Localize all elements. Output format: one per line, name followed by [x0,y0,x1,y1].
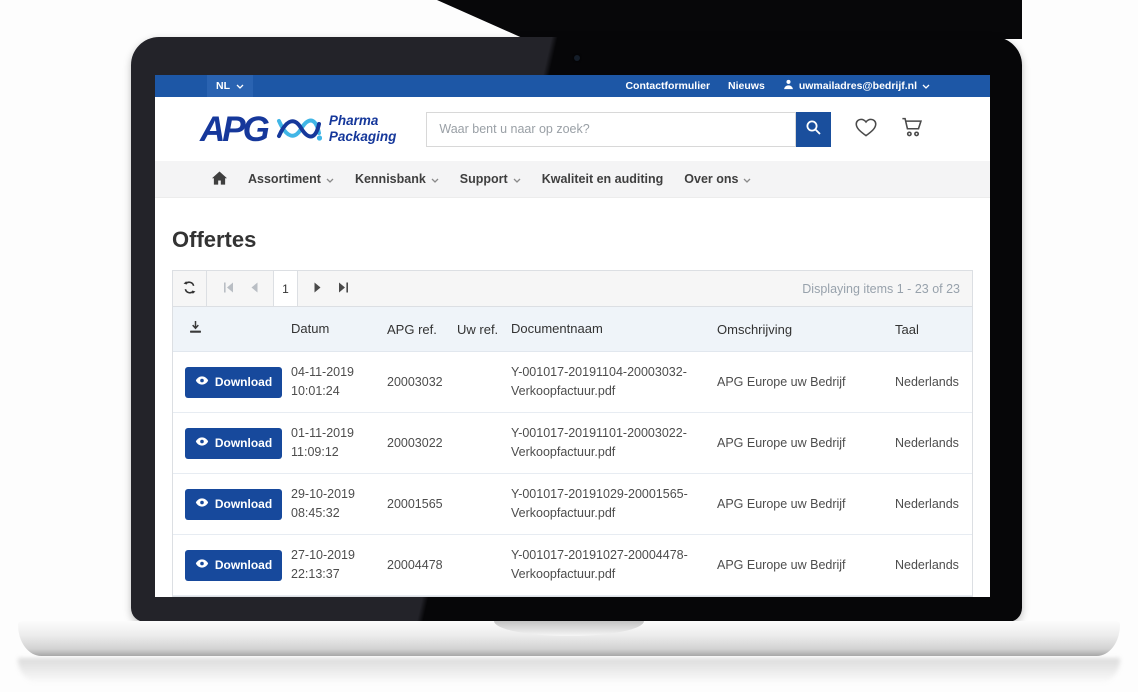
nav-item-assortiment[interactable]: Assortiment [248,172,334,186]
topbar-link-contactformulier[interactable]: Contactformulier [625,80,710,92]
page-next-icon [312,282,323,296]
apg-logo[interactable]: APG Pharma Packaging [200,112,396,147]
column-header-omschrijving: Omschrijving [717,322,895,337]
cell-apg-ref: 20001565 [387,497,457,511]
cell-documentnaam: Y-001017-20191104-20003032-Verkoopfactuu… [511,363,717,402]
download-button[interactable]: Download [185,489,282,520]
nav-item-kennisbank[interactable]: Kennisbank [355,172,439,186]
cell-documentnaam: Y-001017-20191101-20003022-Verkoopfactuu… [511,424,717,463]
cell-omschrijving: APG Europe uw Bedrijf [717,436,895,450]
cell-datum: 04-11-201910:01:24 [291,363,387,402]
download-button[interactable]: Download [185,428,282,459]
grid-toolbar: 1 Displaying items 1 - 23 of 23 [173,271,972,307]
logo-acronym: APG [200,112,267,147]
chevron-down-icon [326,172,334,186]
cell-apg-ref: 20003032 [387,375,457,389]
cell-documentnaam: Y-001017-20191029-20001565-Verkoopfactuu… [511,485,717,524]
cell-omschrijving: APG Europe uw Bedrijf [717,497,895,511]
table-row: Download 29-10-201908:45:32 20001565 Y-0… [173,474,972,535]
table-row: Download 01-11-201911:09:12 20003022 Y-0… [173,413,972,474]
pager-prev-button[interactable] [241,271,267,306]
page-title: Offertes [172,227,973,253]
download-button[interactable]: Download [185,367,282,398]
logo-tagline: Pharma Packaging [329,113,397,144]
cart-button[interactable] [899,114,926,144]
download-button[interactable]: Download [185,550,282,581]
pager-first-button[interactable] [215,271,241,306]
nav-item-support[interactable]: Support [460,172,521,186]
table-row: Download 27-10-201922:13:37 20004478 Y-0… [173,535,972,596]
laptop-base [18,621,1120,656]
table-header-row: Datum APG ref. Uw ref. Documentnaam Omsc… [173,307,972,352]
chevron-down-icon [513,172,521,186]
heart-icon [853,115,879,144]
pager-current-page[interactable]: 1 [273,271,298,306]
cell-taal: Nederlands [895,375,970,389]
search-input[interactable] [426,112,796,147]
top-utility-bar: NL Contactformulier Nieuws uwmailadres@b… [155,75,990,97]
eye-icon [195,558,209,572]
laptop-reflection [18,658,1120,684]
offertes-grid: 1 Displaying items 1 - 23 of 23 [172,270,973,597]
topbar-link-nieuws[interactable]: Nieuws [728,80,765,92]
cell-datum: 29-10-201908:45:32 [291,485,387,524]
cart-icon [899,114,926,144]
column-header-documentnaam: Documentnaam [511,319,717,339]
webcam-dot [574,55,580,61]
page-content: Offertes [155,198,990,597]
table-row: Download 04-11-201910:01:24 20003032 Y-0… [173,352,972,413]
download-column-header [173,320,291,338]
eye-icon [195,375,209,389]
chevron-down-icon [922,80,930,92]
cell-datum: 01-11-201911:09:12 [291,424,387,463]
browser-screen: NL Contactformulier Nieuws uwmailadres@b… [155,75,990,597]
nav-item-kwaliteit-en-auditing[interactable]: Kwaliteit en auditing [542,172,664,186]
laptop-base-notch [494,621,644,636]
cell-taal: Nederlands [895,497,970,511]
page-prev-icon [249,282,260,296]
language-selector[interactable]: NL [207,75,253,97]
refresh-button[interactable] [173,271,207,306]
column-header-apg-ref: APG ref. [387,322,457,337]
search-button[interactable] [796,112,831,147]
cell-omschrijving: APG Europe uw Bedrijf [717,558,895,572]
user-email: uwmailadres@bedrijf.nl [799,80,917,92]
wishlist-button[interactable] [853,115,879,144]
pager-next-button[interactable] [304,271,330,306]
search-bar [426,112,831,147]
page-first-icon [223,282,234,296]
column-header-uw-ref: Uw ref. [457,322,511,337]
column-header-datum: Datum [291,319,387,339]
pager-status: Displaying items 1 - 23 of 23 [802,282,972,296]
backdrop-shadow [437,0,1022,39]
cell-datum: 27-10-201922:13:37 [291,546,387,585]
chevron-down-icon [743,172,751,186]
laptop-screen-bezel: NL Contactformulier Nieuws uwmailadres@b… [131,37,1022,622]
eye-icon [195,497,209,511]
pager-last-button[interactable] [330,271,356,306]
refresh-icon [182,280,197,298]
cell-apg-ref: 20003022 [387,436,457,450]
site-header: APG Pharma Packaging [155,97,990,161]
eye-icon [195,436,209,450]
download-tray-icon [188,323,203,338]
column-header-taal: Taal [895,322,970,337]
main-nav: Assortiment Kennisbank Support Kwaliteit… [155,161,990,198]
cell-documentnaam: Y-001017-20191027-20004478-Verkoopfactuu… [511,546,717,585]
chevron-down-icon [431,172,439,186]
language-label: NL [216,80,230,92]
cell-omschrijving: APG Europe uw Bedrijf [717,375,895,389]
nav-item-over-ons[interactable]: Over ons [684,172,751,186]
user-account-menu[interactable]: uwmailadres@bedrijf.nl [783,79,930,93]
cell-taal: Nederlands [895,436,970,450]
nav-home[interactable] [212,171,227,188]
cell-taal: Nederlands [895,558,970,572]
search-icon [805,119,822,139]
page-last-icon [338,282,349,296]
user-icon [783,79,794,93]
cell-apg-ref: 20004478 [387,558,457,572]
home-icon [212,171,227,188]
chevron-down-icon [236,80,244,92]
dna-helix-icon [276,114,322,144]
